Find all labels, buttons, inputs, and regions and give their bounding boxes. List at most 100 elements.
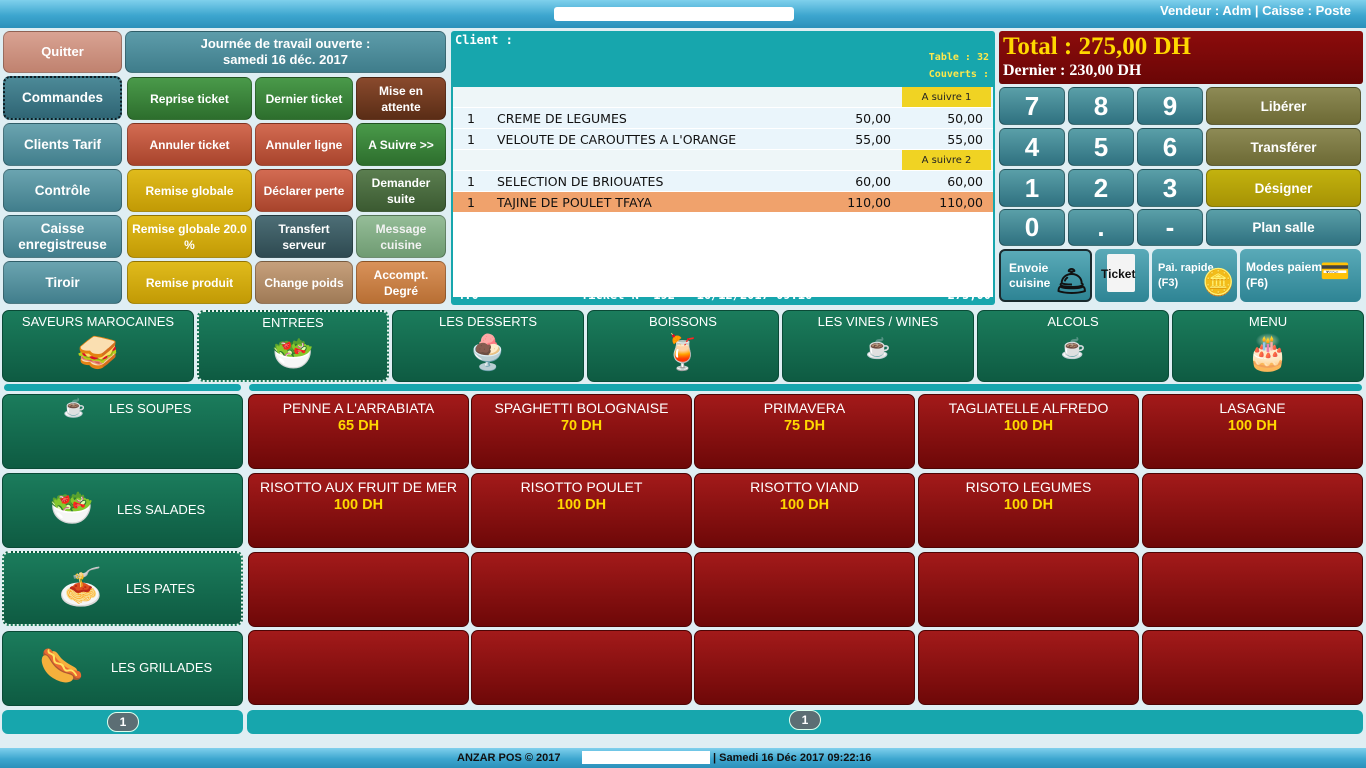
ticket-info: Ticket N° 192 - 16/12/2017 09:16 [581,288,813,302]
transferer-button[interactable]: Transférer [1206,128,1361,166]
category-boissons[interactable]: BOISSONS 🍹 [587,310,779,382]
paiement-rapide-button[interactable]: Paì. rapide (F3) 🪙 [1152,249,1237,302]
key-6[interactable]: 6 [1137,128,1203,166]
ticket-row[interactable]: 1 CREME DE LEGUMES 50,00 50,00 [453,108,993,128]
designer-button[interactable]: Désigner [1206,169,1361,207]
key-2[interactable]: 2 [1068,169,1134,207]
a-suivre-2-badge: A suivre 2 [902,150,991,170]
products-page-indicator[interactable]: 1 [789,710,821,730]
product-empty-slot [471,630,692,705]
category-alcols[interactable]: ALCOLS ☕ [977,310,1169,382]
category-menu[interactable]: MENU 🎂 [1172,310,1364,382]
remise-globale-button[interactable]: Remise globale [127,169,252,212]
cake-icon: 🎂 [1246,334,1290,372]
key-decimal[interactable]: . [1068,209,1134,246]
category-label: SAVEURS MAROCAINES [21,314,175,329]
ticket-row-unit-price: 55,00 [855,132,891,147]
key-5[interactable]: 5 [1068,128,1134,166]
caisse-enregistreuse-button[interactable]: Caisse enregistreuse [3,215,122,258]
product-name: RISOTO LEGUMES [965,479,1092,495]
ticket-row-total: 55,00 [947,132,983,147]
annuler-ligne-button[interactable]: Annuler ligne [255,123,353,166]
product-button[interactable]: RISOTO LEGUMES 100 DH [918,473,1139,548]
commandes-button[interactable]: Commandes [3,76,122,120]
key-minus[interactable]: - [1137,209,1203,246]
message-cuisine-button[interactable]: Message cuisine [356,215,446,258]
envoie-cuisine-button[interactable]: Envoie cuisine 🛎 [999,249,1092,302]
ticket-row[interactable]: 1 SELECTION DE BRIOUATES 60,00 60,00 [453,171,993,191]
category-label: ALCOLS [1047,314,1099,329]
ticket-row-selected[interactable]: 1 TAJINE DE POULET TFAYA 110,00 110,00 [453,192,993,212]
product-button[interactable]: PRIMAVERA 75 DH [694,394,915,469]
key-0[interactable]: 0 [999,209,1065,246]
declarer-perte-button[interactable]: Déclarer perte [255,169,353,212]
subcategory-scrollbar[interactable] [4,384,241,391]
product-price: 100 DH [1227,418,1278,434]
controle-button[interactable]: Contrôle [3,169,122,212]
key-8[interactable]: 8 [1068,87,1134,125]
mise-en-attente-button[interactable]: Mise en attente [356,77,446,120]
category-desserts[interactable]: LES DESSERTS 🍨 [392,310,584,382]
remise-globale-20-button[interactable]: Remise globale 20.0 % [127,215,252,258]
product-name: LASAGNE [1219,400,1286,416]
product-button[interactable]: SPAGHETTI BOLOGNAISE 70 DH [471,394,692,469]
key-3[interactable]: 3 [1137,169,1203,207]
remise-produit-button[interactable]: Remise produit [127,261,252,304]
category-saveurs-marocaines[interactable]: SAVEURS MAROCAINES 🥪 [2,310,194,382]
a-suivre-1-badge: A suivre 1 [902,87,991,107]
subcategory-pager-bar: 1 [2,710,243,734]
tiroir-button[interactable]: Tiroir [3,261,122,304]
product-price: 75 DH [783,418,826,434]
reprise-ticket-button[interactable]: Reprise ticket [127,77,252,120]
product-button[interactable]: RISOTTO AUX FRUIT DE MER 100 DH [248,473,469,548]
annuler-ticket-button[interactable]: Annuler ticket [127,123,252,166]
modes-paiement-button[interactable]: Modes paiement (F6) 💳 [1240,249,1361,302]
product-empty-slot [248,552,469,627]
version-label: 4.0 [457,288,479,302]
key-4[interactable]: 4 [999,128,1065,166]
category-label: MENU [1248,314,1288,329]
ticket-row-name: VELOUTE DE CAROUTTES A L'ORANGE [497,132,737,147]
products-scrollbar[interactable] [249,384,1362,391]
ticket-button[interactable]: Ticket [1095,249,1149,302]
client-label[interactable]: Client : [455,33,513,47]
tea-cup-icon: ☕ [865,338,891,360]
envoie-cuisine-label: Envoie cuisine [1009,261,1051,290]
accompt-degre-button[interactable]: Accompt. Degré [356,261,446,304]
product-empty-slot [694,552,915,627]
key-7[interactable]: 7 [999,87,1065,125]
quit-button[interactable]: Quitter [3,31,122,73]
subcategory-label: LES PATES [126,581,195,596]
dernier-ticket-button[interactable]: Dernier ticket [255,77,353,120]
subcategory-pates[interactable]: 🍝 LES PATES [2,551,243,626]
product-empty-slot [1142,552,1363,627]
product-button[interactable]: PENNE A L'ARRABIATA 65 DH [248,394,469,469]
subcategory-page-indicator[interactable]: 1 [107,712,139,732]
change-poids-button[interactable]: Change poids [255,261,353,304]
course-header-row: A suivre 1 [453,87,993,107]
key-1[interactable]: 1 [999,169,1065,207]
demander-suite-button[interactable]: Demander suite [356,169,446,212]
product-button[interactable]: RISOTTO POULET 100 DH [471,473,692,548]
product-price: 65 DH [337,418,380,434]
product-button[interactable]: TAGLIATELLE ALFREDO 100 DH [918,394,1139,469]
a-suivre-button[interactable]: A Suivre >> [356,123,446,166]
subcategory-salades[interactable]: 🥗 LES SALADES [2,473,243,548]
category-entrees[interactable]: ENTREES 🥗 [197,310,389,382]
ticket-row-qty: 1 [467,111,475,126]
ticket-row[interactable]: 1 VELOUTE DE CAROUTTES A L'ORANGE 55,00 … [453,129,993,149]
product-empty-slot [918,552,1139,627]
plan-salle-button[interactable]: Plan salle [1206,209,1361,246]
subcategory-soupes[interactable]: ☕ LES SOUPES [2,394,243,469]
course-header-row: A suivre 2 [453,150,993,170]
liberer-button[interactable]: Libérer [1206,87,1361,125]
product-button[interactable]: RISOTTO VIAND 100 DH [694,473,915,548]
transfert-serveur-button[interactable]: Transfert serveur [255,215,353,258]
ticket-row-total: 50,00 [947,111,983,126]
key-9[interactable]: 9 [1137,87,1203,125]
product-name: RISOTTO POULET [520,479,643,495]
clients-tarif-button[interactable]: Clients Tarif [3,123,122,166]
category-vines-wines[interactable]: LES VINES / WINES ☕ [782,310,974,382]
subcategory-grillades[interactable]: 🌭 LES GRILLADES [2,631,243,706]
product-button[interactable]: LASAGNE 100 DH [1142,394,1363,469]
